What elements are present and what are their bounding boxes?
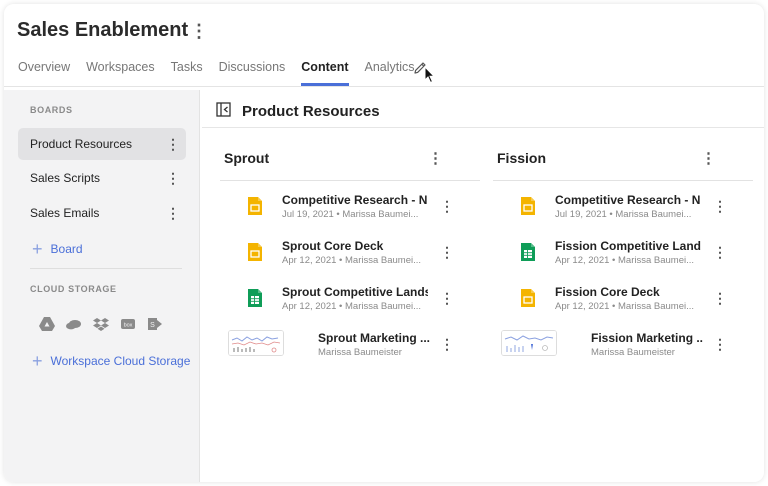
board-title: Product Resources — [242, 103, 380, 120]
google-drive-icon[interactable] — [38, 316, 56, 332]
list-item[interactable]: Fission Competitive Land... Apr 12, 2021… — [493, 234, 753, 272]
tab-content[interactable]: Content — [301, 60, 349, 86]
item-meta: Apr 12, 2021 • Marissa Baumei... — [555, 255, 695, 266]
item-name: Fission Core Deck — [555, 285, 660, 299]
tab-analytics[interactable]: Analytics — [365, 60, 415, 86]
boards-section-label: BOARDS — [30, 105, 73, 115]
board-header: Product Resources — [202, 90, 764, 128]
sidebar: BOARDS Product Resources ⋮ Sales Scripts… — [4, 90, 200, 482]
list-item[interactable]: Sprout Marketing ... Marissa Baumeister … — [220, 326, 480, 364]
plus-icon: + — [32, 239, 43, 259]
add-cloud-storage-label: Workspace Cloud Storage — [50, 354, 191, 368]
google-sheets-icon — [248, 289, 262, 307]
more-options-icon[interactable]: ⋮ — [713, 196, 727, 216]
sharepoint-icon[interactable]: S — [146, 316, 164, 332]
list-item[interactable]: Sprout Competitive Lands... Apr 12, 2021… — [220, 280, 480, 318]
google-slides-icon — [248, 197, 262, 215]
google-slides-icon — [521, 289, 535, 307]
item-meta: Jul 19, 2021 • Marissa Baumei... — [555, 209, 692, 220]
item-meta: Apr 12, 2021 • Marissa Baumei... — [282, 301, 422, 312]
column-divider — [220, 180, 480, 181]
more-options-icon[interactable]: ⋮ — [713, 288, 727, 308]
item-name: Fission Marketing ... — [591, 331, 703, 345]
tab-bar: Overview Workspaces Tasks Discussions Co… — [18, 60, 431, 86]
google-sheets-icon — [521, 243, 535, 261]
item-meta: Marissa Baumeister — [591, 347, 675, 358]
add-board-button[interactable]: + Board — [32, 240, 83, 258]
item-name: Fission Competitive Land... — [555, 239, 701, 253]
add-workspace-cloud-storage-button[interactable]: + Workspace Cloud Storage — [32, 352, 190, 370]
collapse-sidebar-icon[interactable] — [216, 102, 231, 117]
list-item[interactable]: Sprout Core Deck Apr 12, 2021 • Marissa … — [220, 234, 480, 272]
plus-icon: + — [32, 351, 43, 371]
list-item[interactable]: Competitive Research - N... Jul 19, 2021… — [220, 188, 480, 226]
column-fission: Fission ⋮ Competitive Research - N... Ju… — [479, 128, 753, 468]
more-options-icon[interactable]: ⋮ — [166, 168, 180, 188]
item-name: Sprout Marketing ... — [318, 331, 430, 345]
list-item[interactable]: Fission Core Deck Apr 12, 2021 • Marissa… — [493, 280, 753, 318]
list-item[interactable]: Competitive Research - N... Jul 19, 2021… — [493, 188, 753, 226]
dashboard-thumbnail — [501, 330, 557, 356]
more-options-icon[interactable]: ⋮ — [440, 334, 454, 354]
more-options-icon[interactable]: ⋮ — [166, 203, 180, 223]
column-title: Sprout — [224, 150, 270, 166]
item-meta: Apr 12, 2021 • Marissa Baumei... — [282, 255, 422, 266]
main-content: Product Resources Sprout ⋮ Competitive R… — [202, 90, 764, 482]
more-options-icon[interactable]: ⋮ — [440, 242, 454, 262]
more-options-icon[interactable]: ⋮ — [713, 334, 727, 354]
mouse-cursor-icon — [424, 66, 436, 84]
dashboard-thumbnail — [228, 330, 284, 356]
cloud-storage-section-label: CLOUD STORAGE — [30, 284, 117, 294]
item-name: Sprout Core Deck — [282, 239, 384, 253]
more-options-icon[interactable]: ⋮ — [440, 196, 454, 216]
board-item-product-resources[interactable]: Product Resources ⋮ — [18, 128, 186, 160]
list-item[interactable]: Fission Marketing ... Marissa Baumeister… — [493, 326, 753, 364]
header-divider — [4, 86, 764, 87]
item-meta: Marissa Baumeister — [318, 347, 402, 358]
column-more-icon[interactable]: ⋮ — [701, 148, 716, 170]
app-window: Sales Enablement ⋮ Overview Workspaces T… — [4, 4, 764, 482]
svg-text:S: S — [150, 322, 155, 329]
tab-overview[interactable]: Overview — [18, 60, 70, 86]
box-icon[interactable]: box — [119, 316, 137, 332]
column-more-icon[interactable]: ⋮ — [428, 148, 443, 170]
cloud-storage-icons: box S — [38, 316, 173, 332]
tab-workspaces[interactable]: Workspaces — [86, 60, 155, 86]
page-title: Sales Enablement — [17, 19, 189, 41]
column-sprout: Sprout ⋮ Competitive Research - N... Jul… — [206, 128, 480, 468]
sidebar-divider — [30, 268, 182, 269]
page-header: Sales Enablement ⋮ Overview Workspaces T… — [4, 4, 764, 86]
board-item-sales-emails[interactable]: Sales Emails ⋮ — [18, 197, 186, 229]
google-slides-icon — [248, 243, 262, 261]
more-options-icon[interactable]: ⋮ — [166, 134, 180, 154]
more-options-icon[interactable]: ⋮ — [440, 288, 454, 308]
more-options-icon[interactable]: ⋮ — [713, 242, 727, 262]
column-title: Fission — [497, 150, 547, 166]
onedrive-icon[interactable] — [65, 316, 83, 332]
board-item-label: Sales Emails — [30, 206, 100, 220]
board-item-label: Sales Scripts — [30, 171, 101, 185]
board-item-label: Product Resources — [30, 137, 133, 151]
svg-text:box: box — [124, 323, 133, 329]
item-meta: Apr 12, 2021 • Marissa Baumei... — [555, 301, 695, 312]
tab-discussions[interactable]: Discussions — [219, 60, 286, 86]
item-name: Competitive Research - N... — [555, 193, 701, 207]
dropbox-icon[interactable] — [92, 316, 110, 332]
title-more-icon[interactable]: ⋮ — [190, 20, 208, 42]
tab-tasks[interactable]: Tasks — [171, 60, 203, 86]
item-name: Sprout Competitive Lands... — [282, 285, 428, 299]
item-meta: Jul 19, 2021 • Marissa Baumei... — [282, 209, 419, 220]
item-name: Competitive Research - N... — [282, 193, 428, 207]
column-divider — [493, 180, 753, 181]
google-slides-icon — [521, 197, 535, 215]
add-board-label: Board — [50, 242, 83, 256]
board-item-sales-scripts[interactable]: Sales Scripts ⋮ — [18, 162, 186, 194]
